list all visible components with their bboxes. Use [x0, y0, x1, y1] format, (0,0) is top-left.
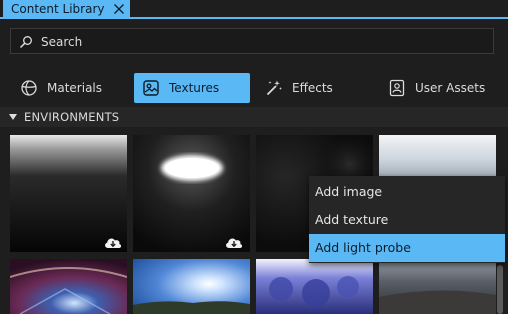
thumbnail-image — [10, 259, 127, 314]
category-tabs: Materials Textures Effects User Assets — [0, 73, 508, 103]
tab-textures-label: Textures — [169, 81, 220, 95]
environment-thumbnail[interactable] — [133, 259, 250, 314]
effects-icon — [266, 80, 282, 96]
section-title: ENVIRONMENTS — [24, 110, 120, 124]
environment-thumbnail[interactable] — [133, 135, 250, 252]
thumbnail-image — [379, 259, 496, 314]
environment-thumbnail[interactable] — [379, 259, 496, 314]
content-library-tab-label: Content Library — [11, 2, 105, 16]
menu-item-add-image[interactable]: Add image — [309, 178, 505, 206]
menu-item-label: Add image — [315, 184, 383, 199]
content-library-tab[interactable]: Content Library — [3, 0, 130, 19]
panel-tab-strip: Content Library — [0, 0, 508, 19]
thumbnail-image — [133, 259, 250, 314]
vertical-scrollbar[interactable] — [497, 265, 503, 314]
tab-user-assets[interactable]: User Assets — [380, 73, 500, 103]
tab-user-assets-label: User Assets — [415, 81, 486, 95]
section-header-environments[interactable]: ENVIRONMENTS — [0, 107, 508, 127]
tab-textures[interactable]: Textures — [134, 73, 250, 103]
tab-materials-label: Materials — [47, 81, 103, 95]
thumbnail-image — [256, 259, 373, 314]
download-icon[interactable] — [224, 235, 244, 249]
close-icon[interactable] — [111, 1, 127, 17]
tab-materials[interactable]: Materials — [12, 73, 127, 103]
environment-thumbnail[interactable] — [10, 135, 127, 252]
environment-thumbnail[interactable] — [10, 259, 127, 314]
search-box[interactable] — [10, 28, 494, 54]
context-menu: Add image Add texture Add light probe — [309, 176, 505, 263]
search-input[interactable] — [39, 31, 483, 53]
menu-item-label: Add light probe — [315, 240, 411, 255]
menu-item-add-light-probe[interactable]: Add light probe — [309, 234, 505, 262]
textures-icon — [143, 80, 159, 96]
download-icon[interactable] — [103, 235, 123, 249]
menu-item-label: Add texture — [315, 212, 389, 227]
search-icon — [19, 36, 32, 49]
menu-item-add-texture[interactable]: Add texture — [309, 206, 505, 234]
materials-icon — [21, 80, 37, 96]
tab-effects[interactable]: Effects — [257, 73, 372, 103]
tab-effects-label: Effects — [292, 81, 333, 95]
user-assets-icon — [389, 79, 405, 97]
collapse-triangle-icon[interactable] — [9, 113, 17, 121]
environment-thumbnail[interactable] — [256, 259, 373, 314]
